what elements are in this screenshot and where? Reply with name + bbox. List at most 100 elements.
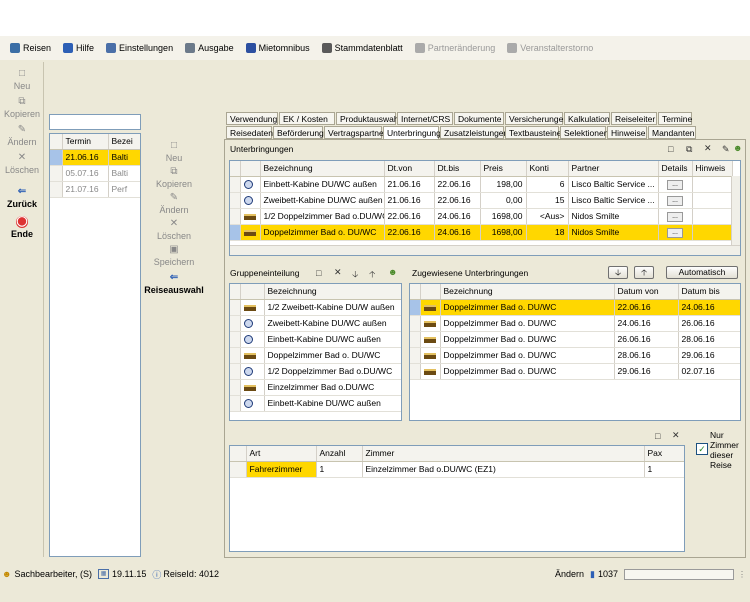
partner-icon[interactable]: ☻: [388, 267, 397, 277]
col-details[interactable]: Details: [658, 161, 693, 177]
table-row[interactable]: Doppelzimmer Bad o. DU/WC 26.06.16 28.06.1…: [410, 331, 740, 348]
col-preis[interactable]: Preis: [480, 161, 527, 177]
arrow-down-icon[interactable]: 🡣: [352, 267, 358, 283]
col-dt-von[interactable]: Dt.von: [384, 161, 435, 177]
table-row[interactable]: Doppelzimmer Bad o. DU/WC 28.06.16 29.06.1…: [410, 347, 740, 364]
horizontal-scrollbar[interactable]: [230, 245, 740, 255]
col-datum-bis[interactable]: Datum bis: [678, 284, 740, 300]
tab-hinweise[interactable]: Hinweise: [607, 126, 647, 139]
menu-printer[interactable]: Ausgabe: [179, 41, 240, 55]
tab-reisedaten[interactable]: Reisedaten: [226, 126, 273, 139]
termin-search-input[interactable]: [49, 114, 141, 130]
table-row[interactable]: 1/2 Zweibett-Kabine DU/W außen: [230, 299, 401, 316]
tab-vertragspartner[interactable]: Vertragspartner: [324, 126, 387, 139]
table-row[interactable]: Einbett-Kabine DU/WC außen: [230, 331, 401, 348]
mid-neu-button[interactable]: □ Neu: [154, 140, 194, 163]
ende-button[interactable]: ◯ Ende: [2, 216, 42, 239]
tab-textbausteine[interactable]: Textbausteine: [505, 126, 561, 139]
tab-mandanten[interactable]: Mandanten: [648, 126, 696, 139]
table-row[interactable]: Zweibett-Kabine DU/WC außen 21.06.16 22.06…: [230, 192, 733, 209]
col-zimmer[interactable]: Zimmer: [362, 446, 645, 462]
menu-partner[interactable]: Partneränderung: [409, 41, 502, 55]
menu-bus[interactable]: Mietomnibus: [240, 41, 316, 55]
tab-beförderung[interactable]: Beförderung: [273, 126, 324, 139]
menu-help[interactable]: Hilfe: [57, 41, 100, 55]
col-pax[interactable]: Pax: [644, 446, 684, 462]
delete-icon[interactable]: ✕: [672, 430, 680, 441]
details-button[interactable]: ...: [667, 228, 683, 238]
arrow-up-icon[interactable]: 🡡: [369, 267, 375, 283]
move-up-button[interactable]: 🡡: [634, 266, 654, 279]
table-row[interactable]: 21.07.16 Perf: [50, 181, 140, 198]
col-bezeichnung[interactable]: Bezeichnung: [264, 284, 401, 300]
partner-icon[interactable]: ☻: [733, 143, 742, 153]
details-button[interactable]: ...: [667, 212, 683, 222]
col-dt-bis[interactable]: Dt.bis: [434, 161, 481, 177]
new-icon[interactable]: □: [316, 268, 321, 278]
delete-icon[interactable]: ✕: [704, 143, 712, 154]
table-row[interactable]: 05.07.16 Balti: [50, 165, 140, 182]
mid-aendern-button[interactable]: ✎ Ändern: [154, 192, 194, 215]
col-konti[interactable]: Konti: [526, 161, 569, 177]
tab-kalkulation[interactable]: Kalkulation: [564, 112, 610, 125]
neu-button[interactable]: □ Neu: [2, 68, 42, 91]
col-bezeichnung[interactable]: Bezeichnung: [440, 284, 615, 300]
delete-icon[interactable]: ✕: [334, 267, 342, 278]
table-row[interactable]: Doppelzimmer Bad o. DU/WC 29.06.16 02.07.1…: [410, 363, 740, 380]
cell-art[interactable]: Fahrerzimmer: [246, 461, 317, 478]
col-art[interactable]: Art: [246, 446, 317, 462]
table-row[interactable]: Einbett-Kabine DU/WC außen: [230, 395, 401, 412]
table-row[interactable]: Einzelzimmer Bad o.DU/WC: [230, 379, 401, 396]
new-icon[interactable]: □: [668, 144, 673, 154]
mid-loeschen-button[interactable]: ✕ Löschen: [154, 218, 194, 241]
kopieren-button[interactable]: ⧉ Kopieren: [2, 96, 42, 119]
tab-produktauswahl[interactable]: Produktauswahl: [336, 112, 400, 125]
tab-reiseleiter[interactable]: Reiseleiter: [611, 112, 657, 125]
col-termin[interactable]: Termin: [62, 134, 109, 150]
col-anzahl[interactable]: Anzahl: [316, 446, 363, 462]
table-row[interactable]: Doppelzimmer Bad o. DU/WC 22.06.16 24.06.1…: [230, 224, 733, 241]
menu-cancel[interactable]: Veranstalterstorno: [501, 41, 599, 55]
table-row[interactable]: 1/2 Doppelzimmer Bad o.DU/WC: [230, 363, 401, 380]
details-button[interactable]: ...: [667, 196, 683, 206]
col-hinweis[interactable]: Hinweis: [692, 161, 733, 177]
col-datum-von[interactable]: Datum von: [614, 284, 679, 300]
automatisch-button[interactable]: Automatisch: [666, 266, 738, 279]
tab-verwendung[interactable]: Verwendung: [226, 112, 278, 125]
tab-dokumente[interactable]: Dokumente: [454, 112, 504, 125]
tab-zusatzleistungen[interactable]: Zusatzleistungen: [440, 126, 508, 139]
vertical-scrollbar[interactable]: [731, 176, 740, 245]
table-row[interactable]: 21.06.16 Balti: [50, 149, 140, 166]
new-icon[interactable]: □: [655, 431, 660, 441]
tab-versicherungen[interactable]: Versicherungen: [505, 112, 568, 125]
col-bezeichnung[interactable]: Bezeichnung: [260, 161, 385, 177]
tab-unterbringung[interactable]: Unterbringung: [383, 126, 441, 140]
menu-document[interactable]: Stammdatenblatt: [316, 41, 409, 55]
menu-travel[interactable]: Reisen: [4, 41, 57, 55]
loeschen-button[interactable]: ✕ Löschen: [2, 152, 42, 175]
reiseauswahl-button[interactable]: ⇐ Reiseauswahl: [144, 272, 204, 295]
zurueck-button[interactable]: ⇐ Zurück: [2, 186, 42, 209]
table-row[interactable]: Fahrerzimmer 1 Einzelzimmer Bad o.DU/WC (E…: [230, 461, 684, 478]
table-row[interactable]: Doppelzimmer Bad o. DU/WC 22.06.16 24.06.1…: [410, 299, 740, 316]
table-row[interactable]: 1/2 Doppelzimmer Bad o.DU/WC 22.06.16 24.0…: [230, 208, 733, 225]
mid-speichern-button[interactable]: ▣ Speichern: [150, 244, 198, 267]
table-row[interactable]: Doppelzimmer Bad o. DU/WC: [230, 347, 401, 364]
tab-termine[interactable]: Termine: [658, 112, 692, 125]
table-row[interactable]: Einbett-Kabine DU/WC außen 21.06.16 22.06.…: [230, 176, 733, 193]
table-row[interactable]: Doppelzimmer Bad o. DU/WC 24.06.16 26.06.1…: [410, 315, 740, 332]
tab-internet-crs[interactable]: Internet/CRS: [397, 112, 453, 125]
tab-selektionen[interactable]: Selektionen: [560, 126, 608, 139]
move-down-button[interactable]: 🡣: [608, 266, 628, 279]
menu-settings[interactable]: Einstellungen: [100, 41, 179, 55]
aendern-button[interactable]: ✎ Ändern: [2, 124, 42, 147]
edit-icon[interactable]: ✎: [722, 144, 730, 155]
tab-ek-kosten[interactable]: EK / Kosten: [279, 112, 335, 125]
copy-icon[interactable]: ⧉: [686, 144, 692, 155]
mid-kopieren-button[interactable]: ⧉ Kopieren: [154, 166, 194, 189]
details-button[interactable]: ...: [667, 180, 683, 190]
table-row[interactable]: Zweibett-Kabine DU/WC außen: [230, 315, 401, 332]
nur-zimmer-checkbox[interactable]: ✓: [696, 443, 708, 455]
col-bezeichnung[interactable]: Bezei: [108, 134, 140, 150]
col-partner[interactable]: Partner: [568, 161, 659, 177]
